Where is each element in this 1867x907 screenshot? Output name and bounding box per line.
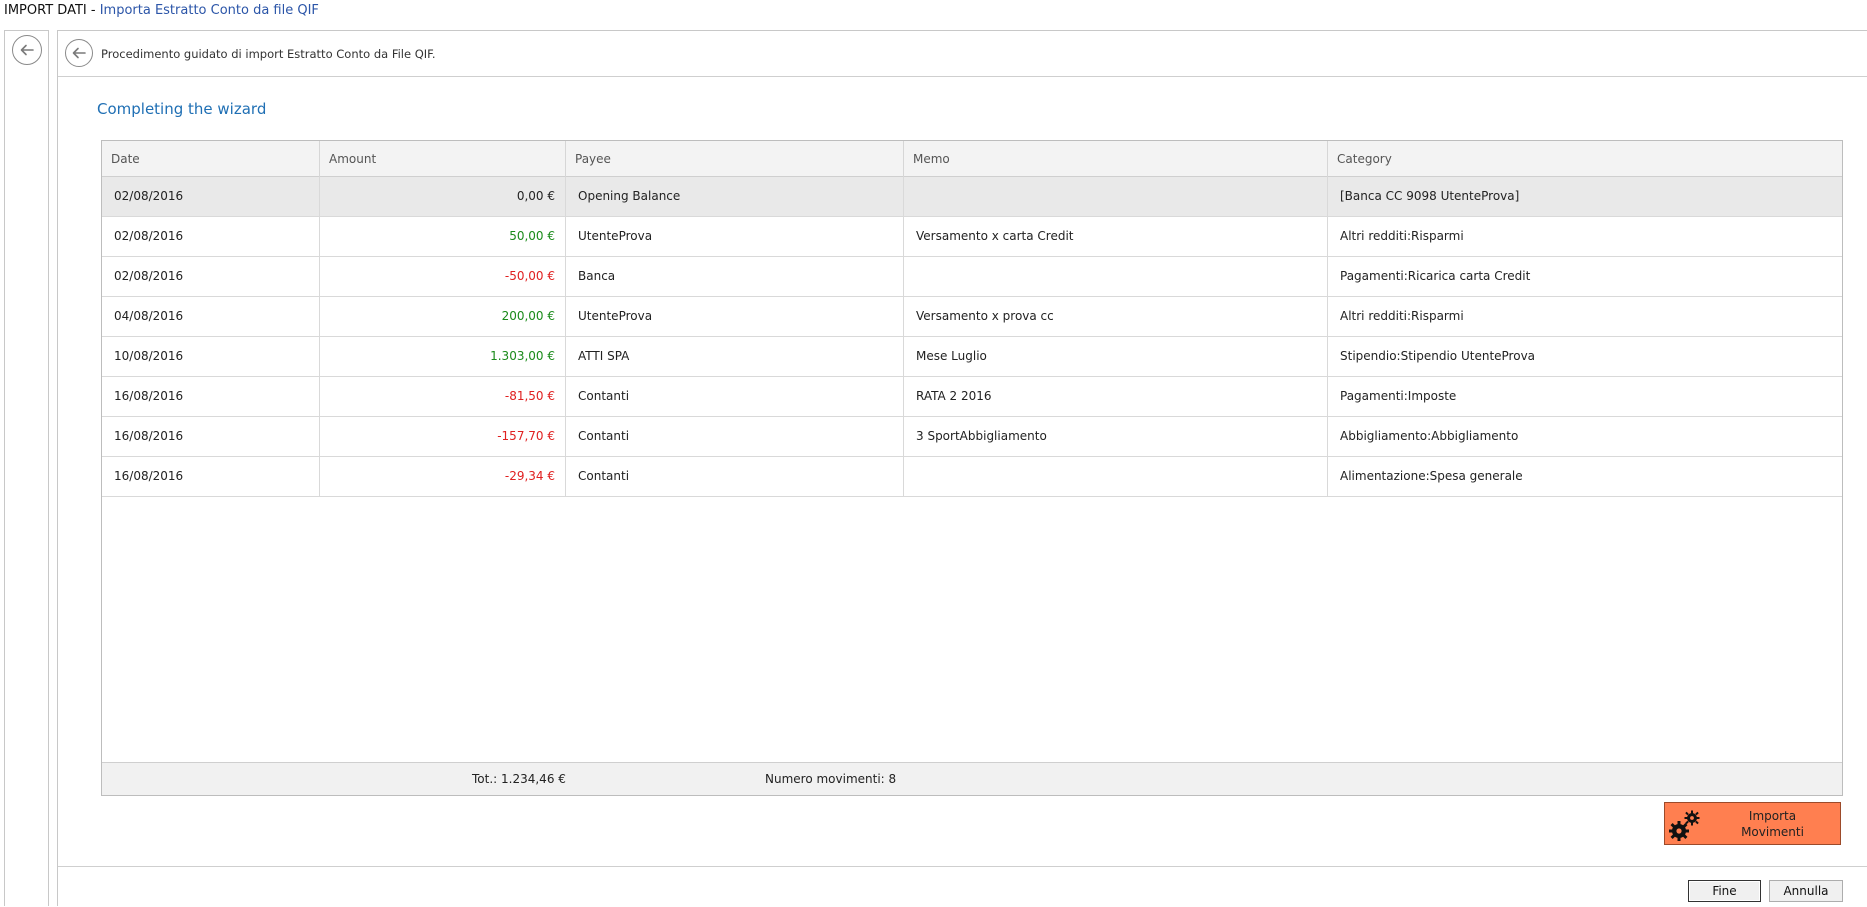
table-row[interactable]: 16/08/2016 -157,70 € Contanti 3 SportAbbigl…: [102, 417, 1842, 457]
cell-memo: Versamento x prova cc: [904, 297, 1328, 336]
cell-memo: Mese Luglio: [904, 337, 1328, 376]
left-navigation-rail: [4, 30, 49, 906]
cell-payee: Opening Balance: [566, 177, 904, 216]
cell-category: Altri redditi:Risparmi: [1340, 229, 1464, 243]
cell-date: 02/08/2016: [102, 217, 320, 256]
cell-payee: UtenteProva: [566, 217, 904, 256]
cell-date: 10/08/2016: [102, 337, 320, 376]
wizard-footer: Fine Annulla: [58, 866, 1867, 907]
cell-memo: 3 SportAbbigliamento: [904, 417, 1328, 456]
table-row[interactable]: 10/08/2016 1.303,00 € ATTI SPA Mese Luglio S…: [102, 337, 1842, 377]
window-title-main: IMPORT DATI: [4, 3, 87, 18]
wizard-description: Procedimento guidato di import Estratto …: [101, 47, 436, 61]
arrow-left-icon: [72, 47, 86, 59]
grid-body: 02/08/2016 0,00 € Opening Balance [Banca CC…: [102, 177, 1842, 497]
cell-date: 16/08/2016: [102, 457, 320, 496]
cell-amount: 1.303,00 €: [320, 337, 566, 376]
table-row[interactable]: 16/08/2016 -81,50 € Contanti RATA 2 2016 Pag…: [102, 377, 1842, 417]
transaction-count: Numero movimenti: 8: [765, 772, 897, 786]
import-button-label: Importa Movimenti: [1705, 808, 1840, 840]
cell-date: 02/08/2016: [102, 177, 320, 216]
cell-category: Stipendio:Stipendio UtenteProva: [1340, 349, 1536, 363]
window-title: IMPORT DATI - Importa Estratto Conto da …: [0, 0, 1867, 22]
wizard-header: Procedimento guidato di import Estratto …: [58, 31, 1867, 77]
cell-category: Pagamenti:Ricarica carta Credit: [1340, 269, 1531, 283]
cell-amount: -81,50 €: [320, 377, 566, 416]
total-amount: Tot.: 1.234,46 €: [472, 772, 566, 786]
cell-amount: 50,00 €: [320, 217, 566, 256]
arrow-left-icon: [20, 44, 34, 56]
cell-payee: UtenteProva: [566, 297, 904, 336]
cell-amount: -50,00 €: [320, 257, 566, 296]
page-title: Completing the wizard: [97, 100, 267, 118]
cell-category: Pagamenti:Imposte: [1340, 389, 1457, 403]
cell-amount: 0,00 €: [320, 177, 566, 216]
cell-payee: ATTI SPA: [566, 337, 904, 376]
cell-payee: Contanti: [566, 377, 904, 416]
column-header-memo[interactable]: Memo: [904, 141, 1328, 177]
cancel-button[interactable]: Annulla: [1769, 880, 1843, 902]
rail-back-button[interactable]: [12, 35, 42, 65]
cell-amount: -157,70 €: [320, 417, 566, 456]
cell-amount: -29,34 €: [320, 457, 566, 496]
finish-button[interactable]: Fine: [1688, 880, 1761, 902]
cell-category: [Banca CC 9098 UtenteProva]: [1340, 189, 1520, 203]
table-row[interactable]: 04/08/2016 200,00 € UtenteProva Versamento …: [102, 297, 1842, 337]
cell-memo: [904, 457, 1328, 496]
cell-category: Altri redditi:Risparmi: [1340, 309, 1464, 323]
cell-payee: Banca: [566, 257, 904, 296]
cell-memo: [904, 257, 1328, 296]
cell-category: Alimentazione:Spesa generale: [1340, 469, 1523, 483]
column-header-payee[interactable]: Payee: [566, 141, 904, 177]
cell-date: 04/08/2016: [102, 297, 320, 336]
cell-memo: [904, 177, 1328, 216]
import-button-line2: Movimenti: [1741, 825, 1804, 839]
table-row[interactable]: 02/08/2016 -50,00 € Banca Pagamenti:Ricaric…: [102, 257, 1842, 297]
transactions-grid: Date Amount Payee Memo Category 02/08/20…: [101, 140, 1843, 796]
column-header-category[interactable]: Category: [1328, 141, 1842, 177]
cell-payee: Contanti: [566, 417, 904, 456]
cell-date: 16/08/2016: [102, 377, 320, 416]
cell-category: Abbigliamento:Abbigliamento: [1340, 429, 1519, 443]
table-row[interactable]: 02/08/2016 50,00 € UtenteProva Versamento x…: [102, 217, 1842, 257]
cell-payee: Contanti: [566, 457, 904, 496]
cell-amount: 200,00 €: [320, 297, 566, 336]
cell-memo: RATA 2 2016: [904, 377, 1328, 416]
cell-memo: Versamento x carta Credit: [904, 217, 1328, 256]
wizard-back-button[interactable]: [65, 39, 93, 67]
import-transactions-button[interactable]: Importa Movimenti: [1664, 802, 1841, 845]
cell-date: 02/08/2016: [102, 257, 320, 296]
grid-header: Date Amount Payee Memo Category: [102, 141, 1842, 177]
cell-date: 16/08/2016: [102, 417, 320, 456]
window-title-sub: Importa Estratto Conto da file QIF: [99, 3, 319, 18]
import-button-line1: Importa: [1748, 809, 1797, 823]
window-title-separator: -: [86, 3, 100, 18]
table-row[interactable]: 02/08/2016 0,00 € Opening Balance [Banca CC…: [102, 177, 1842, 217]
column-header-amount[interactable]: Amount: [320, 141, 566, 177]
table-row[interactable]: 16/08/2016 -29,34 € Contanti Alimentazione:…: [102, 457, 1842, 497]
gears-icon: [1669, 810, 1700, 841]
column-header-date[interactable]: Date: [102, 141, 320, 177]
wizard-panel: Procedimento guidato di import Estratto …: [57, 30, 1867, 907]
grid-footer: Tot.: 1.234,46 € Numero movimenti: 8: [102, 762, 1842, 795]
